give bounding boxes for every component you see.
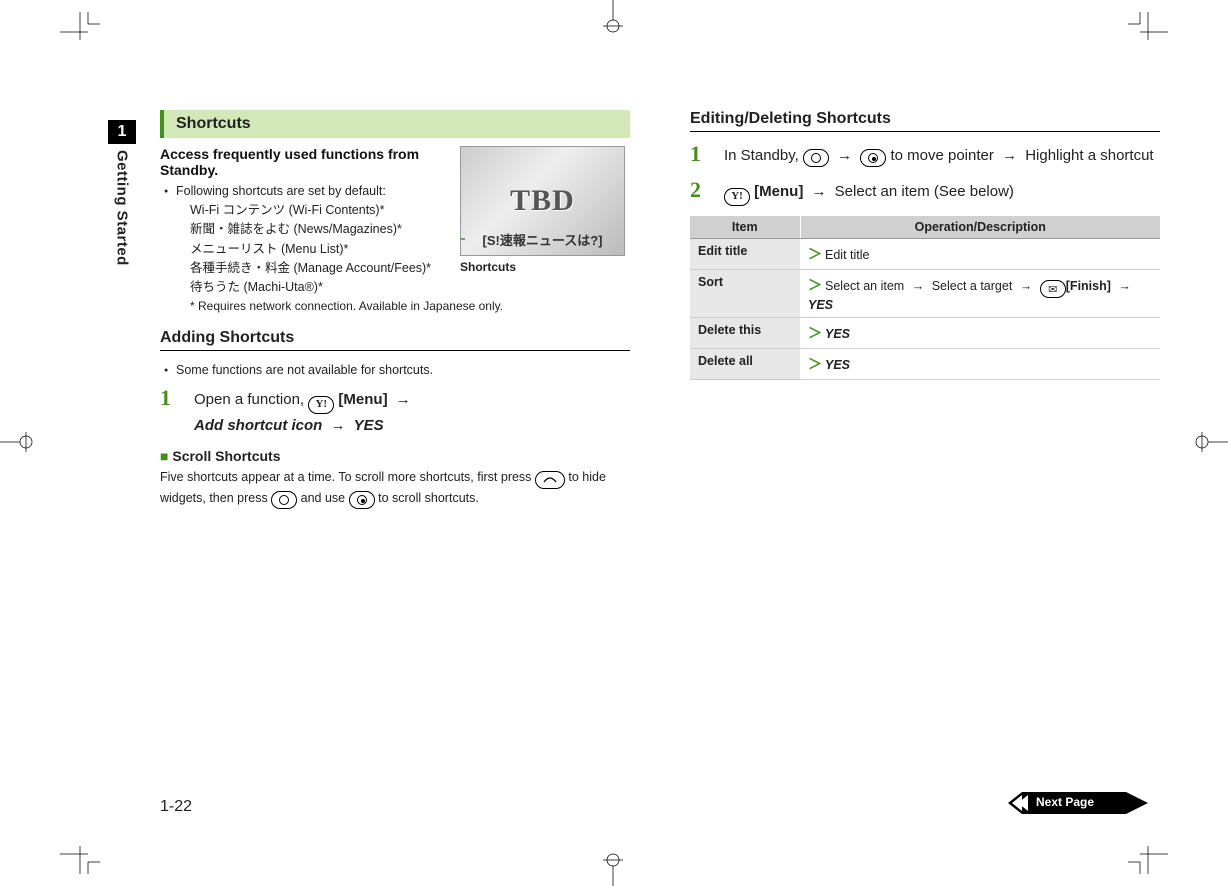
- chapter-number: 1: [108, 120, 136, 144]
- yes-label: YES: [825, 358, 850, 372]
- default-shortcut-item: 待ちうた (Machi-Uta®)*: [190, 278, 630, 297]
- default-shortcut-item: 新聞・雑誌をよむ (News/Magazines)*: [190, 220, 630, 239]
- yes-label: YES: [825, 327, 850, 341]
- op-text: Edit title: [825, 248, 869, 262]
- arrow-icon: →: [331, 414, 346, 438]
- crop-corner-tl: [60, 12, 100, 52]
- bullet-intro: Following shortcuts are set by default:: [176, 184, 386, 198]
- next-page-badge: Next Page: [1008, 792, 1148, 814]
- arrow-icon: →: [396, 388, 411, 412]
- crop-corner-tr: [1128, 12, 1168, 52]
- step1-text-b: to move pointer: [890, 147, 998, 164]
- op-text: Select an item: [825, 279, 904, 293]
- scroll-text-a: Five shortcuts appear at a time. To scro…: [160, 470, 535, 484]
- menu-label: [Menu]: [754, 183, 803, 200]
- adding-shortcuts-heading: Adding Shortcuts: [160, 329, 630, 351]
- left-column: Shortcuts TBD [S!速報ニュースは?] Shortcuts Acc…: [160, 110, 630, 800]
- chevron-icon: ＞: [808, 325, 822, 341]
- editing-step-2: 2 Y! [Menu] → Select an item (See below): [690, 178, 1160, 206]
- crop-mark-left: [0, 432, 40, 452]
- chevron-icon: ＞: [808, 356, 822, 372]
- scroll-text-d: to scroll shortcuts.: [378, 491, 479, 505]
- step1-text-a: In Standby,: [724, 147, 803, 164]
- op-text: Select a target: [932, 279, 1013, 293]
- editing-step-1: 1 In Standby, → to move pointer → Highli…: [690, 142, 1160, 168]
- operations-table: Item Operation/Description Edit title ＞E…: [690, 216, 1160, 381]
- nav-multi-key-icon: [860, 149, 886, 167]
- section-title: Shortcuts: [160, 110, 630, 138]
- table-row: Delete this ＞YES: [690, 318, 1160, 349]
- scroll-text-c: and use: [301, 491, 349, 505]
- mail-key-icon: ✉: [1040, 280, 1066, 298]
- arrow-icon: →: [1002, 144, 1017, 168]
- arrow-icon: →: [1020, 279, 1033, 293]
- chevron-icon: ＞: [808, 246, 822, 262]
- page-number: 1-22: [160, 798, 192, 816]
- yahoo-key-icon: Y!: [724, 188, 750, 206]
- crop-corner-bl: [60, 834, 100, 874]
- step1-part-a: Open a function,: [194, 391, 308, 408]
- default-shortcut-item: 各種手続き・料金 (Manage Account/Fees)*: [190, 259, 630, 278]
- step2-text-b: Select an item (See below): [835, 183, 1014, 200]
- default-shortcut-item: メニューリスト (Menu List)*: [190, 240, 630, 259]
- row-op: ＞Edit title: [800, 238, 1160, 269]
- scroll-shortcuts-heading: Scroll Shortcuts: [160, 448, 630, 464]
- row-op: ＞YES: [800, 318, 1160, 349]
- nav-side-key-icon: [349, 491, 375, 509]
- step-number: 1: [690, 142, 710, 166]
- step-number: 1: [160, 386, 180, 410]
- nav-down-key-icon: [803, 149, 829, 167]
- table-head-op: Operation/Description: [800, 216, 1160, 239]
- next-page-label: Next Page: [1036, 795, 1094, 809]
- add-shortcut-label: Add shortcut icon: [194, 417, 322, 434]
- chevron-icon: ＞: [808, 277, 822, 293]
- row-item: Edit title: [690, 238, 800, 269]
- step1-text-c: Highlight a shortcut: [1025, 147, 1153, 164]
- row-item: Sort: [690, 269, 800, 318]
- yes-label: YES: [354, 417, 384, 434]
- menu-label: [Menu]: [338, 391, 387, 408]
- row-item: Delete all: [690, 349, 800, 380]
- end-key-icon: [535, 471, 565, 489]
- side-tab: 1 Getting Started: [108, 120, 136, 266]
- arrow-icon: →: [1118, 279, 1131, 293]
- arrow-icon: →: [812, 180, 827, 204]
- row-op: ＞Select an item → Select a target → ✉[Fi…: [800, 269, 1160, 318]
- yahoo-key-icon: Y!: [308, 396, 334, 414]
- nav-down-key-icon: [271, 491, 297, 509]
- row-item: Delete this: [690, 318, 800, 349]
- row-op: ＞YES: [800, 349, 1160, 380]
- crop-mark-top: [603, 0, 623, 40]
- footnote: * Requires network connection. Available…: [176, 298, 630, 315]
- crop-mark-right: [1188, 432, 1228, 452]
- finish-label: [Finish]: [1066, 279, 1111, 293]
- table-row: Delete all ＞YES: [690, 349, 1160, 380]
- adding-note: Some functions are not available for sho…: [162, 361, 630, 380]
- right-column: Editing/Deleting Shortcuts 1 In Standby,…: [690, 110, 1160, 800]
- crop-corner-br: [1128, 834, 1168, 874]
- default-shortcuts-list: Wi-Fi コンテンツ (Wi-Fi Contents)* 新聞・雑誌をよむ (…: [176, 201, 630, 298]
- table-head-item: Item: [690, 216, 800, 239]
- crop-mark-bottom: [603, 846, 623, 886]
- arrow-icon: →: [837, 144, 852, 168]
- adding-step-1: 1 Open a function, Y! [Menu] → Add short…: [160, 386, 630, 438]
- yes-label: YES: [808, 298, 833, 312]
- table-row: Sort ＞Select an item → Select a target →…: [690, 269, 1160, 318]
- arrow-icon: →: [912, 279, 925, 293]
- editing-heading: Editing/Deleting Shortcuts: [690, 110, 1160, 132]
- default-shortcuts-intro: Following shortcuts are set by default: …: [162, 182, 630, 315]
- table-row: Edit title ＞Edit title: [690, 238, 1160, 269]
- step-number: 2: [690, 178, 710, 202]
- default-shortcut-item: Wi-Fi コンテンツ (Wi-Fi Contents)*: [190, 201, 630, 220]
- scroll-shortcuts-body: Five shortcuts appear at a time. To scro…: [160, 468, 630, 509]
- chapter-name: Getting Started: [114, 150, 131, 266]
